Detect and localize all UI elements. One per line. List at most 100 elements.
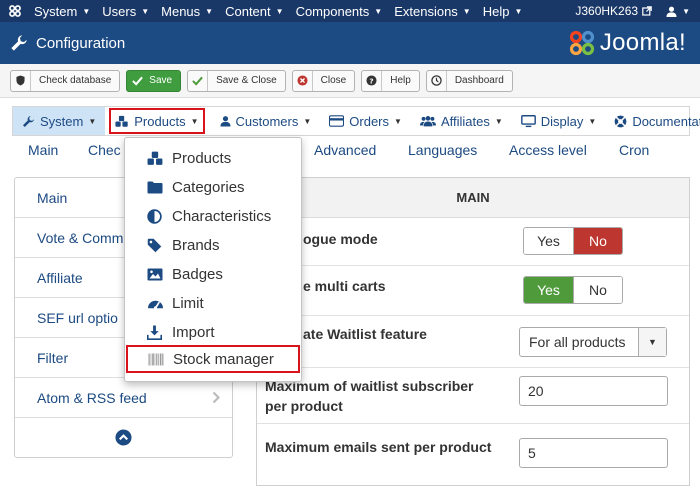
subtab-access-level[interactable]: Access level — [509, 142, 587, 158]
menu-item-limit[interactable]: Limit — [125, 289, 301, 317]
waitlist-select[interactable]: For all products ▼ — [519, 327, 667, 357]
save-button[interactable]: Save — [126, 69, 182, 92]
chevron-down-icon: ▼ — [638, 328, 666, 356]
multi-carts-no[interactable]: No — [573, 277, 622, 303]
multi-carts-toggle: Yes No — [523, 276, 623, 304]
settings-panel: MAIN ogue mode Yes No e multi carts Yes … — [256, 177, 690, 486]
chevron-down-icon: ▼ — [588, 116, 597, 126]
external-link-icon — [642, 6, 652, 16]
chevron-down-icon: ▼ — [88, 116, 97, 126]
user-icon — [219, 115, 231, 127]
page-title: Configuration — [36, 34, 126, 52]
tab-products[interactable]: Products ▼ — [109, 108, 205, 134]
topnav-components[interactable]: Components ▼ — [290, 0, 389, 22]
topnav-extensions[interactable]: Extensions ▼ — [388, 0, 477, 22]
component-tabs-nav: System ▼ Products ▼ Customers ▼ Orders ▼ Aff… — [12, 106, 700, 136]
clock-icon — [427, 70, 447, 91]
chevron-down-icon: ▼ — [303, 116, 312, 126]
menu-item-import[interactable]: Import — [125, 318, 301, 346]
lifebuoy-icon — [614, 115, 627, 128]
max-emails-input[interactable]: 5 — [519, 438, 668, 468]
cubes-icon — [115, 115, 129, 128]
tab-system[interactable]: System ▼ — [13, 107, 106, 135]
check-icon — [188, 70, 209, 91]
chevron-down-icon: ▼ — [374, 6, 383, 16]
row-max-subscriber: Maximum of waitlist subscriber per produc… — [257, 368, 689, 424]
joomla-logo-icon — [569, 30, 594, 56]
max-subscriber-input[interactable]: 20 — [519, 376, 668, 406]
sidebar-item-atom-rss[interactable]: Atom & RSS feed — [15, 378, 232, 418]
menu-item-categories[interactable]: Categories — [125, 173, 301, 201]
sidebar-collapse-toggle[interactable] — [15, 418, 232, 456]
multi-carts-yes[interactable]: Yes — [524, 277, 573, 303]
admin-top-navbar: System ▼ Users ▼ Menus ▼ Content ▼ Component… — [0, 0, 700, 22]
topnav-system[interactable]: System ▼ — [28, 0, 96, 22]
chevron-down-icon: ▼ — [275, 6, 284, 16]
topnav-menus[interactable]: Menus ▼ — [155, 0, 219, 22]
chevron-right-icon — [212, 391, 221, 407]
menu-item-stock-manager[interactable]: Stock manager — [126, 345, 300, 373]
shield-icon — [11, 70, 31, 91]
chevron-down-icon: ▼ — [190, 116, 199, 126]
chevron-down-icon: ▼ — [82, 6, 91, 16]
row-max-emails: Maximum emails sent per product 5 — [257, 424, 689, 485]
chevron-down-icon: ▼ — [141, 6, 150, 16]
monitor-icon — [520, 114, 536, 128]
chevron-down-icon: ▼ — [682, 6, 690, 16]
chevron-down-icon: ▼ — [462, 6, 471, 16]
menu-item-brands[interactable]: Brands — [125, 231, 301, 259]
subtab-languages[interactable]: Languages — [408, 142, 477, 158]
check-database-button[interactable]: Check database — [10, 69, 121, 92]
subtab-checkout[interactable]: Chec — [88, 142, 121, 158]
tab-display[interactable]: Display ▼ — [512, 107, 606, 135]
save-close-button[interactable]: Save & Close — [187, 69, 286, 92]
tag-icon — [147, 238, 165, 253]
user-menu[interactable]: ▼ — [660, 0, 700, 22]
chevron-down-icon: ▼ — [514, 6, 523, 16]
catalogue-mode-no[interactable]: No — [573, 228, 622, 254]
toolbar: Check database Save Save & Close Close ?… — [0, 64, 700, 98]
image-icon — [147, 268, 165, 281]
folder-icon — [147, 181, 165, 194]
wrench-icon — [22, 115, 35, 128]
tab-affiliates[interactable]: Affiliates ▼ — [411, 107, 512, 135]
question-icon: ? — [362, 70, 383, 91]
topnav-content[interactable]: Content ▼ — [219, 0, 289, 22]
svg-text:?: ? — [370, 76, 374, 85]
check-icon — [127, 71, 147, 91]
subtab-advanced[interactable]: Advanced — [314, 142, 376, 158]
tab-documentation[interactable]: Documentation▼ — [605, 107, 700, 135]
tab-orders[interactable]: Orders ▼ — [320, 107, 411, 135]
menu-item-characteristics[interactable]: Characteristics — [125, 202, 301, 230]
row-multi-carts: e multi carts Yes No — [257, 266, 689, 316]
topnav-help[interactable]: Help ▼ — [477, 0, 529, 22]
wrench-icon — [10, 34, 28, 52]
help-button[interactable]: ? Help — [361, 69, 420, 92]
contrast-icon — [147, 208, 165, 224]
subtab-cron[interactable]: Cron — [619, 142, 649, 158]
chevron-down-icon: ▼ — [394, 116, 402, 126]
subtab-main[interactable]: Main — [28, 142, 58, 158]
config-subtabs: Main Chec Advanced Languages Access leve… — [12, 138, 690, 164]
chevron-up-circle-icon — [115, 428, 132, 446]
chevron-down-icon: ▼ — [205, 6, 214, 16]
topnav-users[interactable]: Users ▼ — [96, 0, 155, 22]
products-dropdown-menu: Products Categories Characteristics Bran… — [124, 137, 302, 382]
dashboard-button[interactable]: Dashboard — [425, 69, 513, 92]
site-link[interactable]: J360HK263 — [567, 0, 660, 22]
barcode-icon — [148, 353, 166, 366]
menu-item-badges[interactable]: Badges — [125, 260, 301, 288]
catalogue-mode-yes[interactable]: Yes — [524, 228, 573, 254]
user-icon — [666, 6, 677, 17]
joomla-logo-icon[interactable] — [2, 0, 28, 22]
topnav-right: J360HK263 ▼ — [567, 0, 700, 22]
cubes-icon — [147, 151, 165, 166]
download-icon — [147, 324, 165, 340]
close-button[interactable]: Close — [291, 69, 356, 92]
menu-item-products[interactable]: Products — [125, 144, 301, 172]
chevron-down-icon: ▼ — [494, 116, 503, 126]
catalogue-mode-toggle: Yes No — [523, 227, 623, 255]
tab-customers[interactable]: Customers ▼ — [211, 107, 321, 135]
dashboard-icon — [147, 296, 165, 311]
row-waitlist: ate Waitlist feature For all products ▼ — [257, 316, 689, 368]
